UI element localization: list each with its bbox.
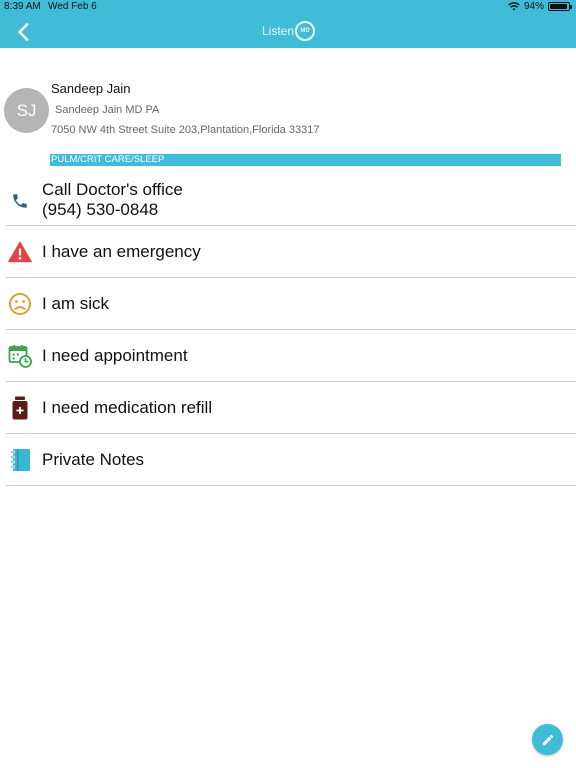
calendar-clock-icon bbox=[8, 344, 32, 368]
refill-label: I need medication refill bbox=[42, 398, 213, 417]
sick-item[interactable]: I am sick bbox=[6, 278, 576, 330]
chevron-left-icon bbox=[18, 23, 29, 41]
emergency-label: I have an emergency bbox=[42, 242, 201, 261]
logo-text: Listen bbox=[262, 24, 295, 38]
status-time: 8:39 AM bbox=[4, 1, 41, 12]
back-button[interactable] bbox=[10, 19, 36, 45]
nav-bar: Listen MD bbox=[0, 14, 576, 48]
sick-label: I am sick bbox=[42, 294, 110, 313]
private-notes-item[interactable]: Private Notes bbox=[6, 434, 576, 486]
pencil-icon bbox=[542, 734, 553, 745]
doctor-practice: Sandeep Jain MD PA bbox=[55, 104, 160, 116]
sad-face-icon bbox=[8, 292, 32, 316]
doctor-address: 7050 NW 4th Street Suite 203,Plantation,… bbox=[51, 124, 320, 136]
emergency-item[interactable]: I have an emergency bbox=[6, 226, 576, 278]
specialty-badge: PULM/CRIT CARE/SLEEP bbox=[50, 154, 561, 166]
call-office-text: Call Doctor's office (954) 530-0848 bbox=[42, 180, 183, 220]
call-office-label: Call Doctor's office bbox=[42, 180, 183, 199]
action-menu: Call Doctor's office (954) 530-0848 I ha… bbox=[6, 174, 576, 486]
appointment-item[interactable]: I need appointment bbox=[6, 330, 576, 382]
battery-fill bbox=[550, 4, 567, 9]
call-office-item[interactable]: Call Doctor's office (954) 530-0848 bbox=[6, 174, 576, 226]
battery-icon bbox=[548, 2, 572, 11]
status-bar: 8:39 AM Wed Feb 6 94% bbox=[0, 0, 576, 14]
medicine-bottle-icon bbox=[8, 396, 32, 420]
doctor-name: Sandeep Jain bbox=[51, 81, 131, 96]
wifi-icon bbox=[508, 2, 520, 11]
logo-badge: MD bbox=[295, 21, 316, 41]
phone-icon bbox=[8, 189, 32, 213]
appointment-label: I need appointment bbox=[42, 346, 188, 365]
avatar: SJ bbox=[4, 88, 49, 133]
app-logo: Listen MD bbox=[262, 19, 316, 43]
warning-icon bbox=[8, 240, 32, 264]
private-notes-label: Private Notes bbox=[42, 450, 145, 469]
refill-item[interactable]: I need medication refill bbox=[6, 382, 576, 434]
status-date: Wed Feb 6 bbox=[48, 1, 97, 12]
edit-fab-button[interactable] bbox=[532, 724, 563, 755]
battery-percent: 94% bbox=[523, 1, 544, 12]
status-right: 94% bbox=[508, 1, 572, 12]
notebook-icon bbox=[8, 448, 32, 472]
office-phone-number[interactable]: (954) 530-0848 bbox=[42, 200, 183, 220]
